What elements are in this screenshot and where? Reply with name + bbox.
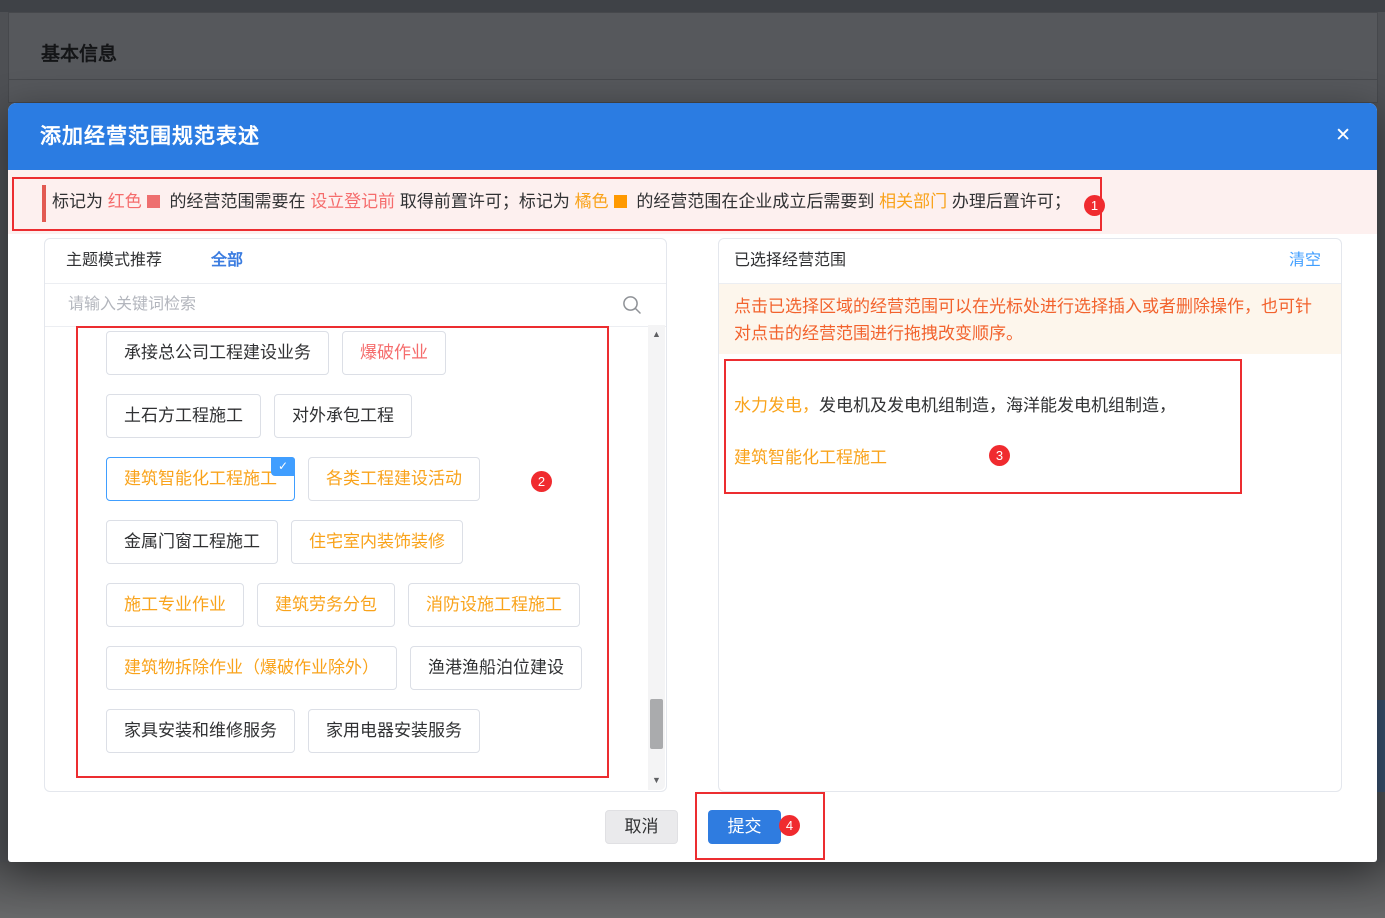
selected-scope-item[interactable]: 水力发电， [734, 396, 819, 415]
selected-hint: 点击已选择区域的经营范围可以在光标处进行选择插入或者删除操作，也可针对点击的经营… [719, 284, 1341, 354]
tag-row: 承接总公司工程建设业务爆破作业 [106, 331, 649, 375]
permission-notice: 标记为 红色 的经营范围需要在 设立登记前 取得前置许可；标记为 橘色 的经营范… [8, 170, 1377, 234]
tag-row: 施工专业作业建筑劳务分包消防设施工程施工 [106, 583, 649, 627]
recommend-panel: 主题模式推荐 全部 承接总公司工程建设业务爆破作业土石方工程施工对外承包工程建筑… [44, 238, 667, 792]
notice-segment: 办理后置许可； [947, 192, 1071, 211]
notice-segment: 设立登记前 [310, 192, 395, 211]
close-icon[interactable]: ✕ [1335, 126, 1351, 146]
scope-tag[interactable]: 承接总公司工程建设业务 [106, 331, 329, 375]
scope-tag[interactable]: 家用电器安装服务 [308, 709, 480, 753]
scope-tag[interactable]: 土石方工程施工 [106, 394, 261, 438]
tag-row: 建筑智能化工程施工✓ 各类工程建设活动 [106, 457, 649, 501]
notice-segment: 橘色 [575, 192, 609, 211]
cancel-button[interactable]: 取消 [605, 810, 678, 844]
dialog-title: 添加经营范围规范表述 [40, 103, 260, 170]
background-divider [9, 79, 1377, 80]
selected-scope-item[interactable]: 建筑智能化工程施工 [734, 448, 887, 467]
clear-button[interactable]: 清空 [1289, 239, 1321, 283]
scope-tag[interactable]: 消防设施工程施工 [408, 583, 580, 627]
background-scroll-strip [1377, 700, 1385, 792]
selected-line: 建筑智能化工程施工 [734, 443, 887, 468]
scope-tag[interactable]: 建筑物拆除作业（爆破作业除外） [106, 646, 397, 690]
scope-tag[interactable]: 建筑劳务分包 [257, 583, 395, 627]
scope-tag[interactable]: 家具安装和维修服务 [106, 709, 295, 753]
background-top-strip [0, 0, 1385, 12]
scope-tag[interactable]: 对外承包工程 [274, 394, 412, 438]
scope-tag[interactable]: 各类工程建设活动 [308, 457, 480, 501]
scope-tag[interactable]: 金属门窗工程施工 [106, 520, 278, 564]
step-badge-3: 3 [989, 445, 1010, 466]
tag-row: 土石方工程施工对外承包工程 [106, 394, 649, 438]
scope-tag[interactable]: 施工专业作业 [106, 583, 244, 627]
scope-tag[interactable]: 渔港渔船泊位建设 [410, 646, 582, 690]
notice-segment: 的经营范围需要在 [165, 192, 310, 211]
tab-theme-recommend[interactable]: 主题模式推荐 [66, 239, 162, 283]
tag-row: 家具安装和维修服务家用电器安装服务 [106, 709, 649, 753]
background-bottom [0, 862, 1385, 918]
notice-segment: 相关部门 [879, 192, 947, 211]
background-card: 基本信息 [8, 12, 1378, 103]
notice-segment: 标记为 [52, 192, 108, 211]
submit-button[interactable]: 提交 [708, 810, 781, 844]
recommend-panel-header: 主题模式推荐 全部 [45, 239, 666, 284]
notice-accent-bar [42, 185, 46, 222]
selected-panel-header: 已选择经营范围 清空 [719, 239, 1341, 284]
tab-all[interactable]: 全部 [211, 239, 243, 283]
scrollbar[interactable]: ▲ ▼ [648, 325, 665, 790]
search-icon[interactable] [622, 295, 642, 320]
tag-row: 建筑物拆除作业（爆破作业除外） 渔港渔船泊位建设 [106, 646, 649, 690]
scroll-up-icon[interactable]: ▲ [648, 326, 665, 343]
scroll-thumb[interactable] [650, 699, 663, 749]
notice-text: 标记为 红色 的经营范围需要在 设立登记前 取得前置许可；标记为 橘色 的经营范… [52, 170, 1071, 234]
check-icon: ✓ [271, 457, 295, 476]
red-square-icon [147, 195, 160, 208]
notice-segment: 取得前置许可；标记为 [395, 192, 574, 211]
search-input[interactable] [66, 284, 610, 326]
selected-scope-item[interactable]: 发电机及发电机组制造，海洋能发电机组制造， [819, 396, 1176, 415]
scope-tag[interactable]: 建筑智能化工程施工✓ [106, 457, 295, 501]
tag-row: 金属门窗工程施工住宅室内装饰装修 [106, 520, 649, 564]
search-row [45, 284, 666, 327]
page-section-title: 基本信息 [41, 39, 117, 66]
step-badge-4: 4 [779, 815, 800, 836]
add-business-scope-dialog: 添加经营范围规范表述 ✕ 标记为 红色 的经营范围需要在 设立登记前 取得前置许… [8, 103, 1377, 862]
dialog-header: 添加经营范围规范表述 ✕ [8, 103, 1377, 170]
scroll-down-icon[interactable]: ▼ [648, 772, 665, 789]
scope-tag[interactable]: 爆破作业 [342, 331, 446, 375]
scope-tag[interactable]: 住宅室内装饰装修 [291, 520, 463, 564]
notice-segment: 红色 [108, 192, 142, 211]
orange-square-icon [614, 195, 627, 208]
tag-rows: 承接总公司工程建设业务爆破作业土石方工程施工对外承包工程建筑智能化工程施工✓各类… [45, 325, 649, 790]
selected-line: 水力发电，发电机及发电机组制造，海洋能发电机组制造， [734, 391, 1176, 416]
selected-panel: 已选择经营范围 清空 点击已选择区域的经营范围可以在光标处进行选择插入或者删除操… [718, 238, 1342, 792]
selected-panel-title: 已选择经营范围 [734, 239, 846, 283]
annotation-box-3: 3 [724, 359, 1242, 494]
notice-segment: 的经营范围在企业成立后需要到 [632, 192, 879, 211]
